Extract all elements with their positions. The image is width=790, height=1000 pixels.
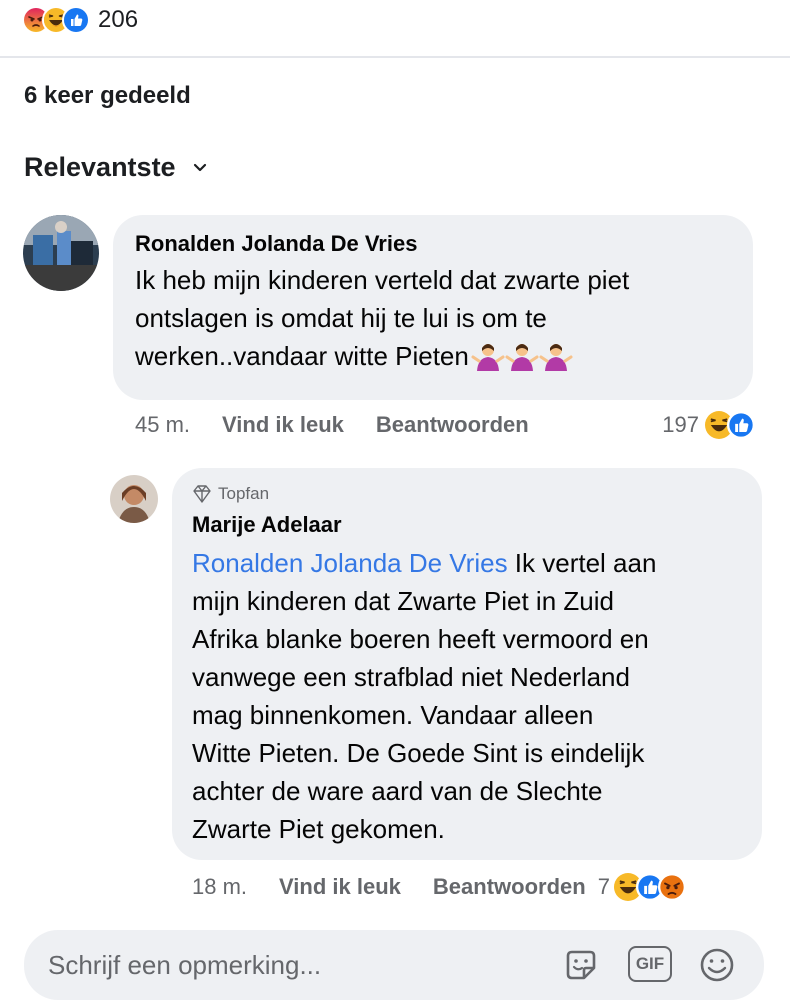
avatar[interactable] xyxy=(23,215,99,291)
comment-line: mijn kinderen dat Zwarte Piet in Zuid xyxy=(192,586,614,616)
reactions-count: 206 xyxy=(98,6,139,33)
reply-button[interactable]: Beantwoorden xyxy=(433,874,586,900)
gif-label: GIF xyxy=(635,954,665,973)
comment-line: achter de ware aard van de Slechte xyxy=(192,776,603,806)
comment-line: vanwege een strafblad niet Nederland xyxy=(192,662,630,692)
comment-line: Ik vertel aan xyxy=(507,548,657,578)
sort-label: Relevantste xyxy=(24,152,176,182)
angry-reaction-icon xyxy=(657,873,686,901)
gif-button[interactable]: GIF xyxy=(628,946,672,982)
comment-actions: 45 m. Vind ik leuk Beantwoorden 197 xyxy=(135,408,775,442)
emoji-icon[interactable] xyxy=(698,946,736,984)
mention-link[interactable]: Ronalden Jolanda De Vries xyxy=(192,548,508,578)
like-button[interactable]: Vind ik leuk xyxy=(279,874,401,900)
comment-time[interactable]: 45 m. xyxy=(135,412,190,438)
comment-reaction-count: 197 xyxy=(662,412,699,437)
comment-sort-dropdown[interactable]: Relevantste xyxy=(24,152,208,183)
like-button[interactable]: Vind ik leuk xyxy=(222,412,344,438)
diamond-icon xyxy=(193,485,211,503)
person-shrugging-emoji xyxy=(471,344,505,371)
comment-input[interactable] xyxy=(48,950,528,981)
comment-author[interactable]: Marije Adelaar xyxy=(192,512,742,538)
comment-reaction-count: 7 xyxy=(597,874,610,899)
topfan-badge: Topfan xyxy=(192,484,742,504)
comment-line: ontslagen is omdat hij te lui is om te xyxy=(135,303,547,333)
comment-text: Ik heb mijn kinderen verteld dat zwarte … xyxy=(135,261,731,375)
emoji-trail xyxy=(471,341,573,371)
comment-reactions[interactable]: 7 xyxy=(598,873,686,901)
like-reaction-icon xyxy=(62,6,90,34)
avatar-photo xyxy=(23,215,99,291)
comment-line: werken..vandaar witte Pieten xyxy=(135,341,469,371)
reaction-icons xyxy=(705,411,755,439)
reaction-icons xyxy=(22,6,90,34)
comment-line: Zwarte Piet gekomen. xyxy=(192,814,445,844)
chevron-down-icon xyxy=(193,163,206,171)
comment-text: Ronalden Jolanda De Vries Ik vertel aan … xyxy=(192,544,742,848)
comment-line: Witte Pieten. De Goede Sint is eindelijk xyxy=(192,738,645,768)
post-reactions-summary[interactable]: 206 xyxy=(22,2,138,38)
comment-actions: 18 m. Vind ik leuk Beantwoorden 7 xyxy=(192,870,782,904)
reply-button[interactable]: Beantwoorden xyxy=(376,412,529,438)
comment-line: Afrika blanke boeren heeft vermoord en xyxy=(192,624,649,654)
reply-bubble: Topfan Marije Adelaar Ronalden Jolanda D… xyxy=(172,468,762,860)
reaction-icons xyxy=(613,873,686,901)
badge-label: Topfan xyxy=(218,484,270,503)
avatar[interactable] xyxy=(110,475,158,523)
comment-bubble: Ronalden Jolanda De Vries Ik heb mijn ki… xyxy=(113,215,753,400)
comment-line-row: werken..vandaar witte Pieten xyxy=(135,337,731,375)
comment-line: mag binnenkomen. Vandaar alleen xyxy=(192,700,594,730)
comment-line-row: Ronalden Jolanda De Vries Ik vertel aan xyxy=(192,544,742,582)
person-shrugging-emoji xyxy=(505,344,539,371)
shares-count[interactable]: 6 keer gedeeld xyxy=(24,82,191,110)
comment-reactions[interactable]: 197 xyxy=(662,411,755,439)
person-shrugging-emoji xyxy=(539,344,573,371)
divider xyxy=(0,56,790,58)
avatar-photo xyxy=(110,475,158,523)
comment-composer[interactable]: GIF xyxy=(24,930,764,1000)
sticker-icon[interactable] xyxy=(562,946,600,984)
comment-author[interactable]: Ronalden Jolanda De Vries xyxy=(135,231,731,257)
like-reaction-icon xyxy=(727,411,755,439)
comment-time[interactable]: 18 m. xyxy=(192,874,247,900)
comment-line: Ik heb mijn kinderen verteld dat zwarte … xyxy=(135,265,630,295)
